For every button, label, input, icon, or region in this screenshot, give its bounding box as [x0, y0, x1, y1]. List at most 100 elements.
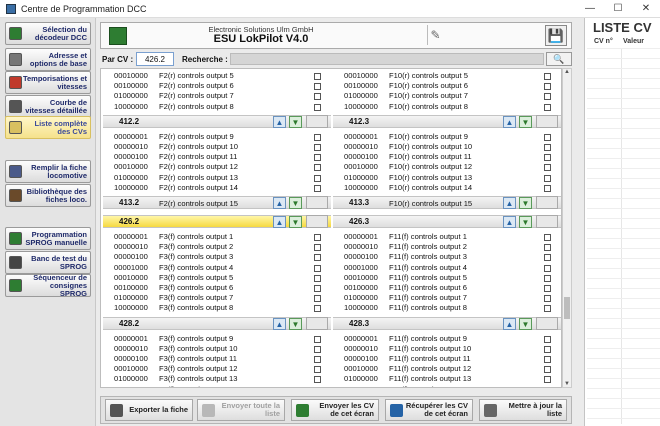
scroll-up-icon[interactable]: ▲ — [563, 69, 571, 75]
search-button[interactable]: 🔍 — [546, 52, 572, 66]
cv-value-box[interactable] — [306, 114, 328, 128]
bit-checkbox[interactable] — [314, 133, 321, 141]
cv-write-down-icon[interactable]: ▼ — [519, 216, 532, 228]
bit-checkbox[interactable] — [544, 285, 551, 292]
cv-write-down-icon[interactable]: ▼ — [289, 317, 302, 330]
bit-checkbox[interactable] — [544, 174, 551, 182]
bit-checkbox[interactable] — [544, 274, 551, 282]
bit-checkbox[interactable] — [314, 154, 321, 162]
maximize-button[interactable]: ☐ — [604, 3, 632, 14]
scrollbar-thumb[interactable] — [564, 297, 570, 319]
cv-write-down-icon[interactable]: ▼ — [289, 216, 302, 228]
bit-checkbox[interactable] — [544, 184, 551, 192]
nav-library-button[interactable]: Bibliothèque des fiches loco. — [5, 184, 91, 207]
bit-checkbox[interactable] — [544, 366, 551, 374]
bit-checkbox[interactable] — [314, 295, 321, 303]
nav-list-button[interactable]: Liste complète des CVs — [5, 116, 91, 139]
bit-checkbox[interactable] — [314, 184, 321, 192]
cv-value-box[interactable] — [536, 316, 558, 330]
bit-checkbox[interactable] — [544, 264, 551, 272]
bit-checkbox[interactable] — [314, 335, 321, 343]
cv-write-down-icon[interactable]: ▼ — [519, 115, 532, 128]
bit-checkbox[interactable] — [314, 376, 321, 384]
nav-sequencer-button[interactable]: Séquenceur de consignes SPROG — [5, 273, 91, 297]
bit-checkbox[interactable] — [544, 356, 551, 363]
bit-checkbox[interactable] — [544, 164, 551, 172]
nav-curve-button[interactable]: Courbe de vitesses détaillée — [5, 95, 91, 118]
bit-checkbox[interactable] — [544, 345, 551, 353]
cv-write-down-icon[interactable]: ▼ — [289, 115, 302, 128]
export-button[interactable]: Exporter la fiche — [105, 399, 193, 421]
bit-checkbox[interactable] — [544, 103, 551, 111]
nav-gauge-button[interactable]: Temporisations et vitesses — [5, 71, 91, 94]
bit-checkbox[interactable] — [314, 366, 321, 374]
close-button[interactable]: ✕ — [632, 3, 660, 14]
bit-checkbox[interactable] — [314, 386, 321, 387]
cv-value-box[interactable] — [536, 114, 558, 128]
search-input[interactable] — [230, 53, 544, 65]
bit-checkbox[interactable] — [314, 83, 321, 91]
bit-checkbox[interactable] — [314, 93, 321, 101]
cv-read-up-icon[interactable]: ▲ — [273, 197, 286, 209]
cv-value-box[interactable] — [306, 316, 328, 330]
send-all-button[interactable]: Envoyer toute la liste — [197, 399, 285, 421]
cv-read-up-icon[interactable]: ▲ — [503, 317, 516, 330]
cv-read-up-icon[interactable]: ▲ — [503, 115, 516, 128]
nav-sprog-button[interactable]: Programmation SPROG manuelle — [5, 227, 91, 250]
bit-checkbox[interactable] — [314, 274, 321, 282]
bit-checkbox[interactable] — [314, 285, 321, 292]
bit-checkbox[interactable] — [544, 133, 551, 141]
bit-checkbox[interactable] — [314, 144, 321, 151]
scroll-down-icon[interactable]: ▼ — [563, 381, 571, 387]
bit-checkbox[interactable] — [314, 234, 321, 241]
bit-checkbox[interactable] — [314, 164, 321, 172]
bit-checkbox[interactable] — [544, 93, 551, 101]
cv-input[interactable]: 426.2 — [136, 52, 174, 66]
cv-value-box[interactable] — [536, 215, 558, 228]
cv-value-box[interactable] — [536, 196, 558, 209]
cv-write-down-icon[interactable]: ▼ — [289, 197, 302, 209]
bit-checkbox[interactable] — [544, 305, 551, 313]
cv-read-up-icon[interactable]: ▲ — [503, 197, 516, 209]
bit-checkbox[interactable] — [314, 264, 321, 272]
update-list-button[interactable]: Mettre à jour la liste — [479, 399, 567, 421]
save-button[interactable]: 💾 — [545, 25, 567, 46]
minimize-button[interactable]: — — [576, 3, 604, 14]
cv-read-up-icon[interactable]: ▲ — [503, 216, 516, 228]
send-screen-button[interactable]: Envoyer les CV de cet écran — [291, 399, 379, 421]
bit-checkbox[interactable] — [544, 144, 551, 151]
cv-write-down-icon[interactable]: ▼ — [519, 317, 532, 330]
nav-decoder-chip-button[interactable]: Sélection du décodeur DCC — [5, 22, 91, 45]
bit-checkbox[interactable] — [314, 305, 321, 313]
bit-checkbox[interactable] — [314, 356, 321, 363]
cv-read-up-icon[interactable]: ▲ — [273, 115, 286, 128]
bit-checkbox[interactable] — [314, 73, 321, 80]
bit-checkbox[interactable] — [314, 254, 321, 262]
bit-checkbox[interactable] — [314, 103, 321, 111]
cv-value-box[interactable] — [306, 196, 328, 209]
bit-checkbox[interactable] — [544, 335, 551, 343]
bit-checkbox[interactable] — [544, 244, 551, 252]
bit-checkbox[interactable] — [314, 345, 321, 353]
bit-checkbox[interactable] — [544, 234, 551, 241]
bit-checkbox[interactable] — [544, 83, 551, 91]
bit-checkbox[interactable] — [544, 154, 551, 162]
cv-read-up-icon[interactable]: ▲ — [273, 317, 286, 330]
bit-checkbox[interactable] — [544, 386, 551, 387]
cv-value-box[interactable] — [306, 215, 328, 228]
nav-tag-button[interactable]: Adresse et options de base — [5, 48, 91, 71]
bit-checkbox[interactable] — [544, 254, 551, 262]
bit-checkbox[interactable] — [314, 174, 321, 182]
bit-checkbox[interactable] — [544, 295, 551, 303]
nav-test-bench-button[interactable]: Banc de test du SPROG — [5, 251, 91, 274]
bit-description: F11(f) controls output 10 — [389, 343, 472, 353]
edit-icon[interactable]: ✎ — [427, 25, 443, 45]
cv-read-up-icon[interactable]: ▲ — [273, 216, 286, 228]
vertical-scrollbar[interactable]: ▲ ▼ — [562, 68, 572, 388]
bit-checkbox[interactable] — [314, 244, 321, 252]
nav-form-button[interactable]: Remplir la fiche locomotive — [5, 160, 91, 183]
cv-write-down-icon[interactable]: ▼ — [519, 197, 532, 209]
bit-checkbox[interactable] — [544, 73, 551, 80]
read-screen-button[interactable]: Récupérer les CV de cet écran — [385, 399, 473, 421]
bit-checkbox[interactable] — [544, 376, 551, 384]
